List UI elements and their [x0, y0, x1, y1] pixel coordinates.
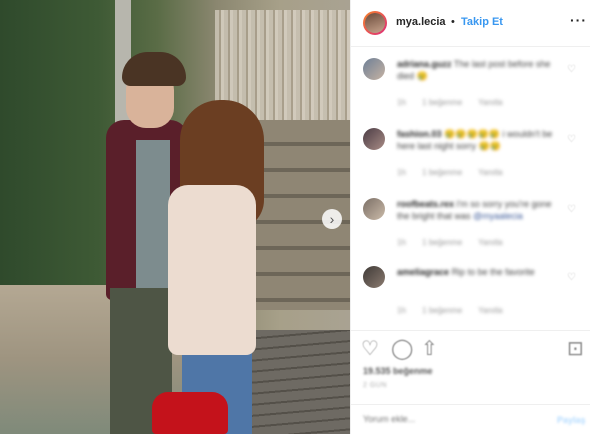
save-icon[interactable]: ⊡ — [567, 339, 584, 359]
comment-mention[interactable]: @myaalecia — [473, 211, 523, 221]
next-photo-button[interactable]: › — [322, 209, 342, 229]
post-comment-button[interactable]: Paylaş — [557, 415, 586, 425]
comment-meta: 1h 1 beğenme Yanıtla — [397, 98, 517, 107]
follow-button[interactable]: Takip Et — [461, 16, 503, 28]
photo-red-bag — [152, 392, 228, 434]
comment-text: fashion.03 😢😢😢😢😢 i wouldn't be here last… — [397, 128, 557, 152]
comment-time: 1h — [397, 238, 406, 247]
reply-button[interactable]: Yanıtla — [478, 98, 502, 107]
action-bar: ♡ ◯ ⇧ ⊡ — [351, 330, 590, 371]
dot-separator: • — [451, 16, 455, 28]
reply-button[interactable]: Yanıtla — [478, 306, 502, 315]
more-options-icon[interactable]: ··· — [570, 12, 587, 28]
comment-avatar[interactable] — [363, 198, 385, 220]
comment-likes[interactable]: 1 beğenme — [422, 306, 462, 315]
comment-username[interactable]: adriana.guzz — [397, 59, 452, 69]
post-header: mya.lecia • Takip Et ··· — [351, 0, 590, 47]
avatar[interactable] — [365, 13, 385, 33]
comment-meta: 1h 1 beğenme Yanıtla — [397, 306, 517, 315]
comment-username[interactable]: ameliagrace — [397, 267, 449, 277]
username-link[interactable]: mya.lecia — [396, 16, 446, 28]
heart-icon[interactable]: ♡ — [567, 64, 576, 75]
add-comment-bar: Paylaş — [351, 404, 590, 435]
photo-girl-top — [168, 185, 256, 355]
comment-time: 1h — [397, 306, 406, 315]
post-date[interactable]: 2 GÜN — [363, 382, 387, 389]
comment-time: 1h — [397, 98, 406, 107]
comment-text: roofbeats.rex i'm so sorry you're gone t… — [397, 198, 557, 222]
comment-avatar[interactable] — [363, 266, 385, 288]
comment-icon[interactable]: ◯ — [391, 339, 413, 359]
comment-body: Rip to be the favorite — [451, 267, 535, 277]
comment-username[interactable]: fashion.03 — [397, 129, 442, 139]
comment-input[interactable] — [361, 413, 545, 425]
share-icon[interactable]: ⇧ — [421, 339, 438, 359]
comment-likes[interactable]: 1 beğenme — [422, 238, 462, 247]
comment-avatar[interactable] — [363, 58, 385, 80]
comment-likes[interactable]: 1 beğenme — [422, 168, 462, 177]
comment-time: 1h — [397, 168, 406, 177]
post-photo[interactable]: › — [0, 0, 350, 434]
comment-meta: 1h 1 beğenme Yanıtla — [397, 238, 517, 247]
comment-username[interactable]: roofbeats.rex — [397, 199, 454, 209]
reply-button[interactable]: Yanıtla — [478, 238, 502, 247]
chevron-right-icon: › — [329, 211, 335, 227]
likes-count[interactable]: 19.535 beğenme — [363, 366, 433, 376]
heart-icon[interactable]: ♡ — [567, 134, 576, 145]
heart-icon[interactable]: ♡ — [567, 272, 576, 283]
photo-boy-shirt — [136, 140, 170, 300]
comment-likes[interactable]: 1 beğenme — [422, 98, 462, 107]
comment-meta: 1h 1 beğenme Yanıtla — [397, 168, 517, 177]
heart-icon[interactable]: ♡ — [567, 204, 576, 215]
comment-text: adriana.guzz The last post before she di… — [397, 58, 557, 82]
reply-button[interactable]: Yanıtla — [478, 168, 502, 177]
photo-boy-hair — [122, 52, 186, 86]
post-side-panel: mya.lecia • Takip Et ··· adriana.guzz Th… — [350, 0, 590, 434]
comment-text: ameliagrace Rip to be the favorite — [397, 266, 557, 278]
comment-avatar[interactable] — [363, 128, 385, 150]
like-icon[interactable]: ♡ — [361, 339, 379, 359]
